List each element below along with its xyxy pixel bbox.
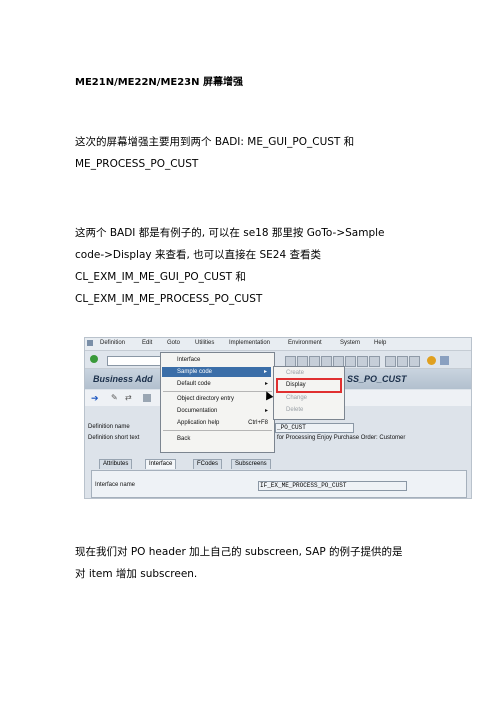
menu-system[interactable]: System (340, 340, 360, 346)
toolbar-button[interactable] (345, 356, 356, 367)
menu-item-back[interactable]: Back (177, 434, 272, 444)
menu-goto[interactable]: Goto (167, 340, 180, 346)
menu-separator (163, 391, 272, 392)
menu-item-object-directory-entry[interactable]: Object directory entry (177, 394, 272, 404)
menu-item-label: Back (177, 436, 191, 442)
toolbar-button[interactable] (385, 356, 396, 367)
arrow-right-icon[interactable]: ➔ (91, 394, 99, 403)
screen-title-suffix: SS_PO_CUST (347, 374, 407, 384)
menu-item-label: Application help (177, 420, 220, 426)
interface-name-label: Interface name (95, 482, 136, 488)
paragraph-1: 这次的屏幕增强主要用到两个 BADI: ME_GUI_PO_CUST 和 ME_… (75, 132, 425, 174)
sample-code-submenu: Create Display Change Delete (273, 366, 345, 420)
submenu-item-change[interactable]: Change (286, 393, 307, 403)
paragraph-line: 现在我们对 PO header 加上自己的 subscreen, SAP 的例子… (75, 546, 403, 558)
menu-item-label: Sample code (177, 369, 213, 375)
paragraph-line: CL_EXM_IM_ME_GUI_PO_CUST 和 (75, 271, 246, 283)
menu-item-label: Object directory entry (177, 396, 235, 402)
customize-icon[interactable] (440, 356, 449, 365)
toolbar-button[interactable] (409, 356, 420, 367)
enter-icon[interactable] (90, 355, 98, 363)
toolbar-button[interactable] (397, 356, 408, 367)
menu-separator (163, 430, 272, 431)
submenu-arrow-icon: ▸ (263, 369, 267, 375)
menu-item-label: Interface (177, 357, 201, 363)
menu-item-documentation[interactable]: Documentation ▸ (177, 406, 272, 416)
toolbar-button[interactable] (357, 356, 368, 367)
tab-interface[interactable]: Interface (145, 459, 177, 469)
paragraph-line: 这两个 BADI 都是有例子的, 可以在 se18 那里按 GoTo->Samp… (75, 227, 385, 239)
help-icon[interactable] (427, 356, 436, 365)
submenu-arrow-icon: ▸ (264, 381, 268, 387)
tab-fcodes[interactable]: FCodes (193, 459, 223, 469)
definition-short-text-label: Definition short text (88, 435, 140, 441)
definition-name-field[interactable]: _PO_CUST (275, 423, 354, 433)
submenu-arrow-icon: ▸ (264, 408, 268, 414)
tab-attributes[interactable]: Attributes (99, 459, 133, 469)
menu-item-label: Documentation (177, 408, 218, 414)
menu-icon[interactable] (87, 340, 93, 346)
screen-title: Business Add (93, 374, 153, 384)
tab-strip: Attributes Interface FCodes Subscreens (85, 457, 471, 470)
menu-item-sample-code[interactable]: Sample code ▸ (162, 367, 271, 377)
shortcut-label: Ctrl+F8 (248, 420, 268, 426)
goto-menu: Interface Sample code ▸ Default code ▸ Obj… (160, 352, 275, 453)
menu-item-label: Default code (177, 381, 211, 387)
display-highlight-box (276, 378, 342, 393)
submenu-item-delete[interactable]: Delete (286, 405, 303, 415)
paragraph-line: ME_PROCESS_PO_CUST (75, 158, 199, 170)
menu-item-interface[interactable]: Interface (177, 355, 272, 365)
object-icon[interactable] (143, 394, 151, 402)
paragraph-2: 这两个 BADI 都是有例子的, 可以在 se18 那里按 GoTo->Samp… (75, 223, 425, 309)
menu-item-default-code[interactable]: Default code ▸ (177, 379, 272, 389)
submenu-item-create[interactable]: Create (286, 368, 304, 378)
definition-name-label: Definition name (88, 424, 130, 430)
menu-edit[interactable]: Edit (142, 340, 152, 346)
doc-title: ME21N/ME22N/ME23N 屏幕增强 (75, 77, 243, 88)
paragraph-line: 这次的屏幕增强主要用到两个 BADI: ME_GUI_PO_CUST 和 (75, 136, 355, 148)
paragraph-3: 现在我们对 PO header 加上自己的 subscreen, SAP 的例子… (75, 542, 425, 584)
menu-item-application-help[interactable]: Application help Ctrl+F8 (177, 418, 272, 428)
toolbar-button[interactable] (369, 356, 380, 367)
menu-utilities[interactable]: Utilities (195, 340, 214, 346)
definition-short-text-value: for Processing Enjoy Purchase Order: Cus… (277, 435, 406, 441)
tab-subscreens[interactable]: Subscreens (231, 459, 271, 469)
sap-menubar: Definition Edit Goto Utilities Implement… (85, 338, 471, 351)
menu-definition[interactable]: Definition (100, 340, 125, 346)
definition-name-row: Definition name _PO_CUST (85, 422, 471, 433)
display-change-icon[interactable]: ⇄ (125, 394, 133, 402)
edit-icon[interactable]: ✎ (111, 394, 119, 402)
paragraph-line: code->Display 来查看, 也可以直接在 SE24 查看类 (75, 249, 321, 261)
menu-environment[interactable]: Environment (288, 340, 322, 346)
command-field[interactable] (107, 356, 163, 366)
menu-implementation[interactable]: Implementation (229, 340, 270, 346)
definition-short-text-row: Definition short text for Processing Enj… (85, 433, 471, 444)
menu-help[interactable]: Help (374, 340, 386, 346)
paragraph-line: 对 item 增加 subscreen. (75, 568, 198, 580)
interface-panel: Interface name IF_EX_ME_PROCESS_PO_CUST (91, 470, 467, 498)
interface-name-field[interactable]: IF_EX_ME_PROCESS_PO_CUST (258, 481, 407, 491)
paragraph-line: CL_EXM_IM_ME_PROCESS_PO_CUST (75, 293, 263, 305)
